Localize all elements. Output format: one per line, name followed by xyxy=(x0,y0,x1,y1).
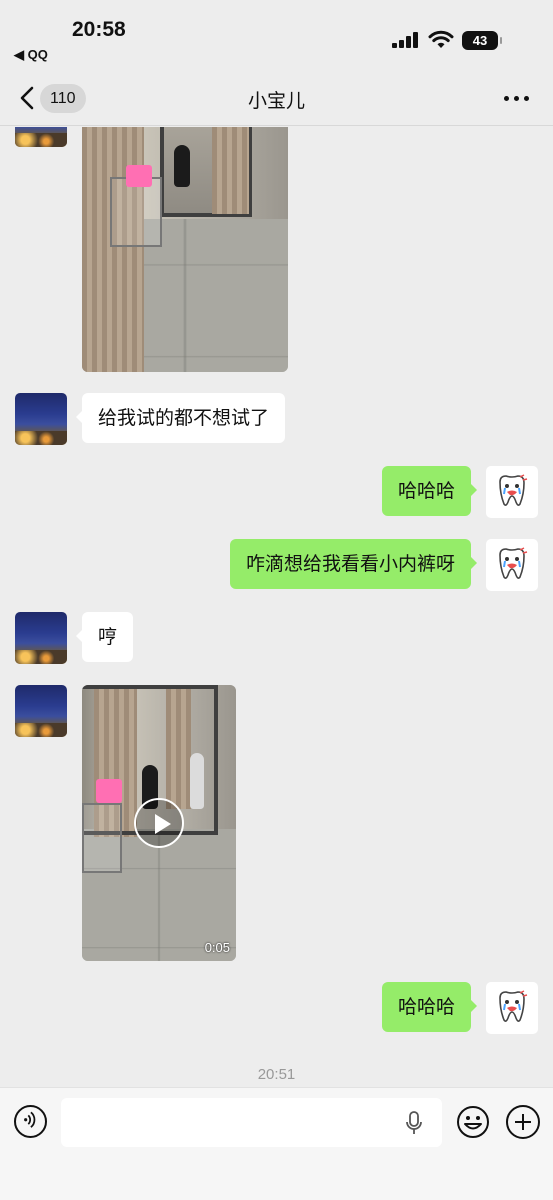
contact-avatar[interactable] xyxy=(15,685,67,737)
message-bubble[interactable]: 给我试的都不想试了 xyxy=(75,393,286,443)
crying-tooth-sticker-icon xyxy=(499,474,528,506)
chat-title: 小宝儿 xyxy=(247,90,305,112)
status-bar: 20:58 ◀ QQ 43 xyxy=(0,0,553,70)
self-avatar[interactable] xyxy=(486,982,538,1034)
wifi-icon xyxy=(428,30,454,48)
emoji-icon[interactable] xyxy=(456,1105,490,1139)
crying-tooth-sticker-icon xyxy=(499,990,528,1022)
battery-indicator: 43 xyxy=(462,31,502,50)
message-list[interactable]: 给我试的都不想试了 哈哈哈 咋滴想给我看看小内裤呀 哼 0:05 哈哈哈 xyxy=(0,127,553,1087)
chat-header: 110 小宝儿 xyxy=(0,70,553,126)
message-bubble[interactable]: 咋滴想给我看看小内裤呀 xyxy=(229,539,478,589)
input-bar xyxy=(0,1087,553,1200)
message-timestamp: 20:51 xyxy=(257,1066,296,1083)
message-input[interactable] xyxy=(61,1098,442,1147)
message-bubble[interactable]: 哈哈哈 xyxy=(381,466,478,516)
contact-avatar[interactable] xyxy=(15,612,67,664)
message-image[interactable] xyxy=(82,127,288,372)
contact-avatar[interactable] xyxy=(15,127,67,147)
message-video[interactable]: 0:05 xyxy=(82,685,236,961)
crying-tooth-sticker-icon xyxy=(499,547,528,579)
contact-avatar[interactable] xyxy=(15,393,67,445)
mic-icon[interactable] xyxy=(405,1111,423,1135)
video-duration: 0:05 xyxy=(204,940,230,955)
play-icon[interactable] xyxy=(134,798,184,848)
more-dots-icon[interactable] xyxy=(504,96,530,102)
message-bubble[interactable]: 哈哈哈 xyxy=(381,982,478,1032)
back-to-app-link[interactable]: ◀ QQ xyxy=(14,47,48,63)
status-time: 20:58 xyxy=(72,18,126,41)
self-avatar[interactable] xyxy=(486,466,538,518)
cellular-signal-icon xyxy=(392,32,420,48)
message-bubble[interactable]: 哼 xyxy=(75,612,134,662)
self-avatar[interactable] xyxy=(486,539,538,591)
plus-icon[interactable] xyxy=(506,1105,540,1139)
voice-icon[interactable] xyxy=(14,1105,47,1138)
